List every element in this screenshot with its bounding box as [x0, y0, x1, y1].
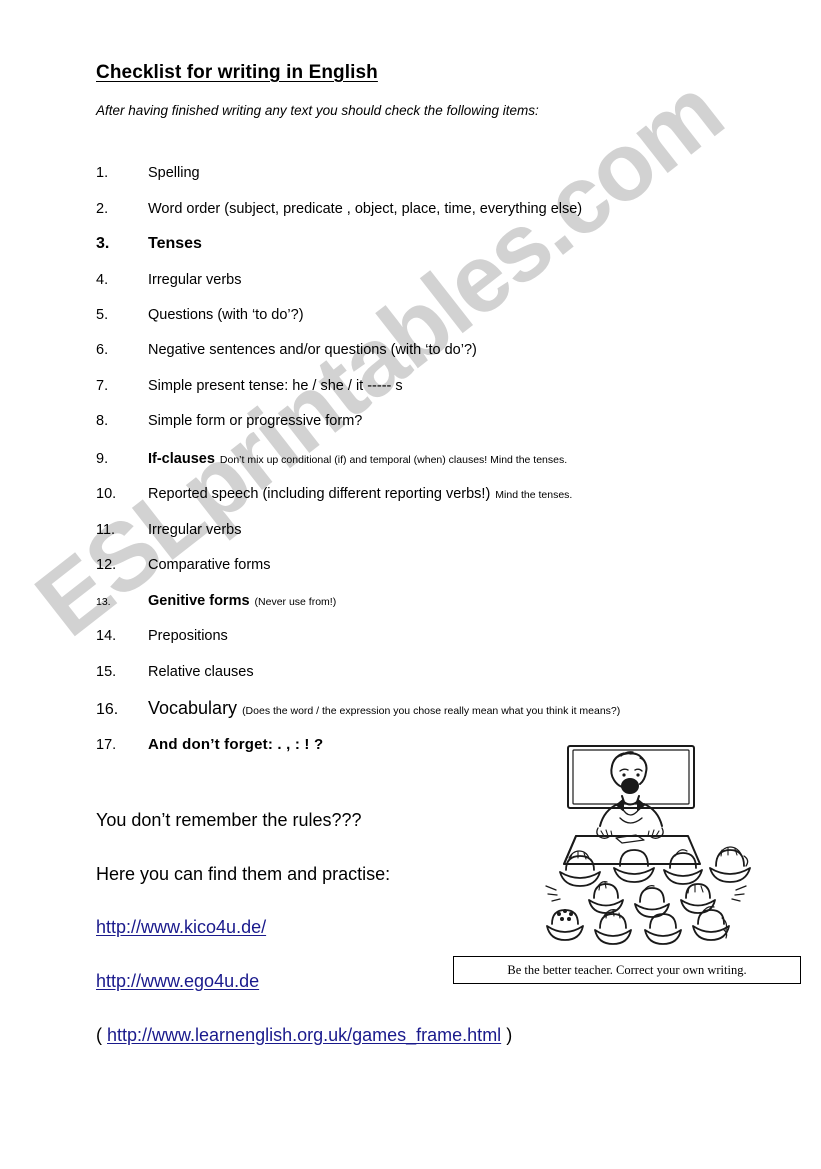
checklist-item-label: Irregular verbs: [148, 272, 242, 288]
resource-link-line: http://www.ego4u.de: [96, 971, 259, 992]
checklist-item: 1. Spelling: [96, 164, 808, 182]
page-title: Checklist for writing in English: [96, 62, 378, 83]
resource-link[interactable]: http://www.ego4u.de: [96, 971, 259, 991]
checklist-item-label: Comparative forms: [148, 557, 271, 573]
checklist-item-number: 11.: [96, 522, 116, 538]
checklist-item-label: Spelling: [148, 165, 200, 181]
page-subtitle: After having finished writing any text y…: [96, 103, 539, 118]
checklist-item-number: 5.: [96, 307, 109, 323]
checklist-item-label: Prepositions: [148, 628, 228, 644]
document-page: Checklist for writing in English After h…: [0, 0, 821, 1169]
checklist-item: 16. Vocabulary (Does the word / the expres…: [96, 698, 808, 719]
checklist-item: 11. Irregular verbs: [96, 521, 808, 539]
checklist-item-number: 2.: [96, 201, 109, 217]
checklist-item-label: Simple form or progressive form?: [148, 413, 363, 429]
resource-link[interactable]: http://www.kico4u.de/: [96, 917, 266, 937]
checklist-item-label: Relative clauses: [148, 664, 254, 680]
link-open-paren: (: [96, 1025, 107, 1045]
resource-link-line: ( http://www.learnenglish.org.uk/games_f…: [96, 1025, 512, 1046]
checklist-item-number: 15.: [96, 664, 117, 680]
checklist-item-note: Don’t mix up conditional (if) and tempor…: [219, 454, 568, 466]
checklist-item-number: 8.: [96, 413, 109, 429]
illustration-caption-box: Be the better teacher. Correct your own …: [453, 956, 801, 984]
checklist-item-label: Tenses: [148, 235, 202, 252]
checklist-item: 9. If-clauses Don’t mix up conditional (if…: [96, 450, 808, 468]
checklist-item-label: Word order (subject, predicate , object,…: [148, 201, 583, 217]
checklist-item-note: Mind the tenses.: [495, 489, 573, 501]
checklist-item-number: 1.: [96, 165, 109, 181]
checklist-item: 6. Negative sentences and/or questions (w…: [96, 341, 808, 359]
checklist-item-number: 3.: [96, 235, 110, 252]
checklist-item-label: Reported speech (including different rep…: [148, 486, 491, 502]
checklist-item-number: 7.: [96, 378, 109, 394]
checklist-item: 2. Word order (subject, predicate , objec…: [96, 200, 808, 218]
checklist-item-label: Genitive forms: [148, 593, 250, 609]
closing-invitation: Here you can find them and practise:: [96, 864, 391, 884]
checklist-item: 14. Prepositions: [96, 627, 808, 645]
checklist-item: 3. Tenses: [96, 235, 808, 253]
checklist-item-number: 6.: [96, 342, 109, 358]
checklist-item-label: Negative sentences and/or questions (wit…: [148, 342, 477, 358]
checklist-item-number: 9.: [96, 451, 109, 467]
checklist-item-number: 12.: [96, 557, 117, 573]
closing-question: You don’t remember the rules???: [96, 810, 362, 830]
checklist-item: 13. Genitive forms (Never use from!): [96, 592, 808, 610]
checklist-item: 8. Simple form or progressive form?: [96, 412, 808, 430]
checklist-item-number: 14.: [96, 628, 117, 644]
checklist-item: 15. Relative clauses: [96, 663, 808, 681]
checklist-item-label: Irregular verbs: [148, 522, 242, 538]
checklist-item-label: Vocabulary: [148, 698, 238, 718]
checklist-item-number: 4.: [96, 272, 109, 288]
checklist-item-number: 16.: [96, 701, 119, 718]
checklist-item: 10. Reported speech (including different …: [96, 485, 808, 503]
checklist-item-note: (Never use from!): [254, 596, 337, 608]
checklist-item-label: Simple present tense: he / she / it ----…: [148, 378, 403, 394]
illustration-caption-text: Be the better teacher. Correct your own …: [507, 962, 747, 977]
checklist-item: 12. Comparative forms: [96, 556, 808, 574]
checklist-item-number: 17.: [96, 737, 117, 753]
checklist-item: 7. Simple present tense: he / she / it --…: [96, 377, 808, 395]
resource-link[interactable]: http://www.learnenglish.org.uk/games_fra…: [107, 1025, 501, 1045]
checklist-item-label: And don’t forget: . , : ! ?: [148, 736, 324, 753]
classroom-teacher-cartoon-illustration: [538, 738, 754, 950]
checklist-item-note: (Does the word / the expression you chos…: [242, 705, 621, 717]
link-close-paren: ): [501, 1025, 513, 1045]
checklist-item: 4. Irregular verbs: [96, 271, 808, 289]
checklist-item-label: Questions (with ‘to do’?): [148, 307, 304, 323]
checklist-item: 5. Questions (with ‘to do’?): [96, 306, 808, 324]
checklist-item-number: 10.: [96, 486, 117, 502]
checklist-item-label: If-clauses: [148, 451, 215, 467]
checklist-item-number: 13.: [96, 596, 111, 608]
resource-link-line: http://www.kico4u.de/: [96, 917, 266, 938]
